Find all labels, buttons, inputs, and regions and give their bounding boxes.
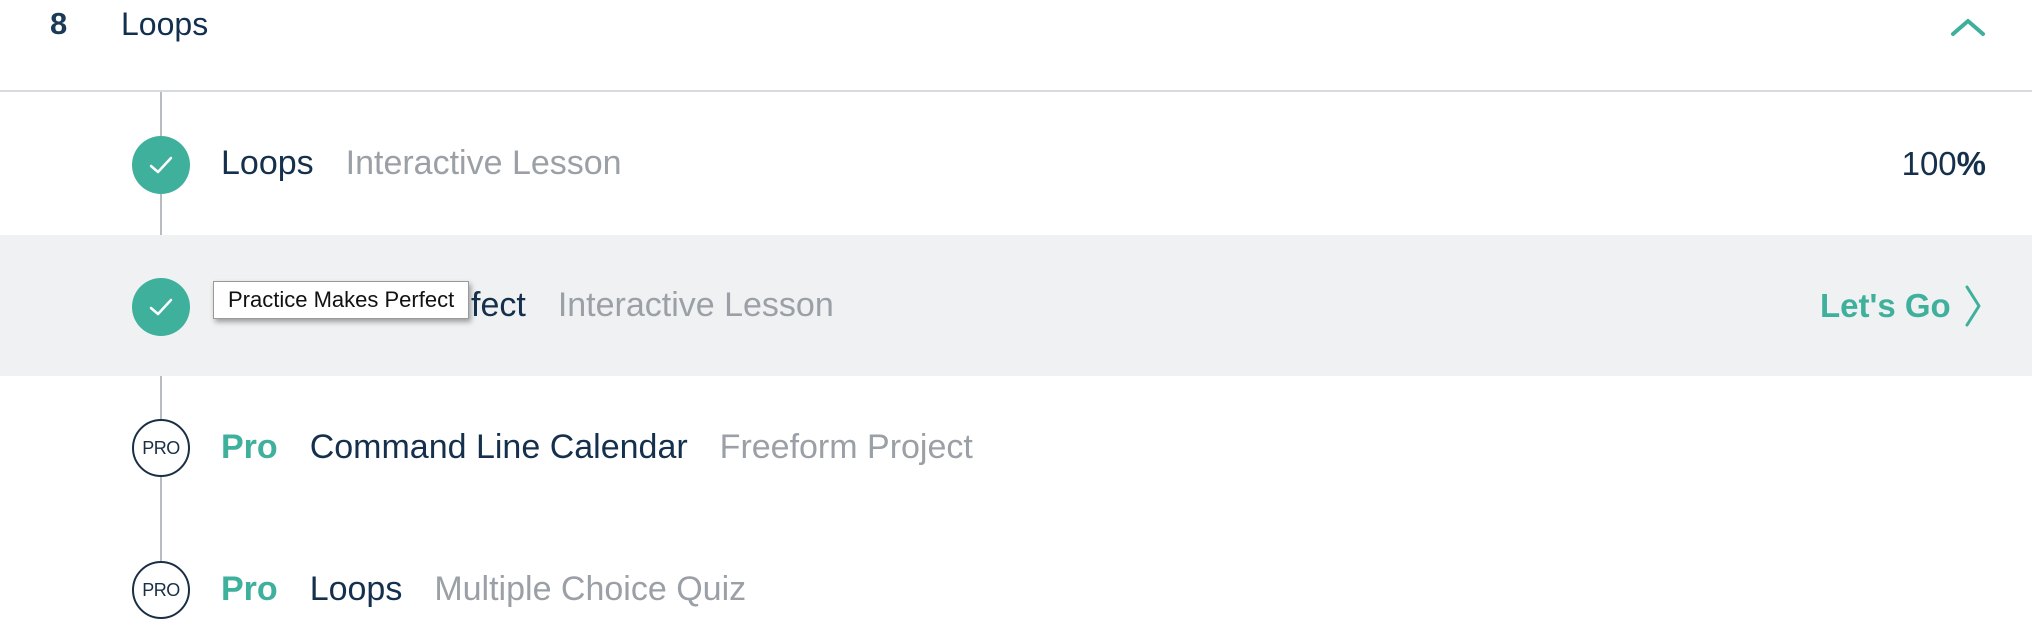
pro-badge-icon: PRO [132,561,190,619]
lesson-type: Multiple Choice Quiz [434,570,747,608]
chevron-up-icon[interactable] [1950,14,1986,40]
lesson-type: Interactive Lesson [557,286,834,324]
tooltip: Practice Makes Perfect [213,281,470,319]
completed-check-icon [132,278,190,336]
lesson-type: Freeform Project [719,428,973,466]
pro-label: Pro [221,570,278,608]
completed-check-icon [132,136,190,194]
pro-badge-text: PRO [142,438,180,458]
pro-badge-text: PRO [142,580,180,600]
progress-sign: % [1956,144,1986,182]
lesson-type: Interactive Lesson [345,144,622,182]
lesson-row-command-line-calendar[interactable]: PRO Pro Command Line Calendar Freeform P… [0,377,2032,518]
section-number: 8 [50,6,68,41]
chevron-right-icon [1965,285,1981,326]
lesson-title: fect [471,286,526,324]
pro-label: Pro [221,428,278,466]
lesson-row-loops[interactable]: Loops Interactive Lesson 100% [0,93,2032,234]
lesson-title: Loops [221,144,314,182]
pro-badge-icon: PRO [132,419,190,477]
lesson-progress: 100% [1860,93,1986,234]
section-title: Loops [121,6,209,42]
lets-go-label: Let's Go [1820,286,1951,324]
lets-go-button[interactable]: Let's Go [1820,235,1983,376]
lesson-title: Loops [309,570,403,608]
lesson-title: Command Line Calendar [309,428,688,466]
section-header[interactable]: 8 Loops [0,0,2032,92]
progress-number: 100 [1901,144,1957,182]
lesson-row-loops-quiz[interactable]: PRO Pro Loops Multiple Choice Quiz [0,519,2032,634]
